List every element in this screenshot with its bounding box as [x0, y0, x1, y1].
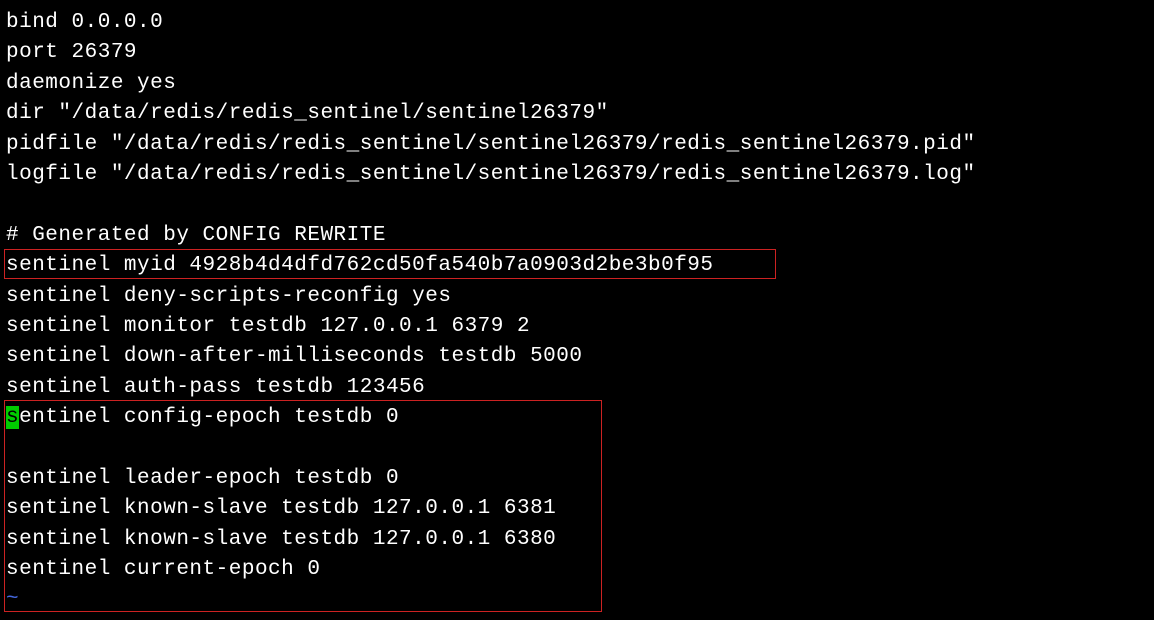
config-line-leader-epoch: sentinel leader-epoch testdb 0 — [6, 464, 1148, 494]
config-line-monitor: sentinel monitor testdb 127.0.0.1 6379 2 — [6, 312, 1148, 342]
config-line-down-after: sentinel down-after-milliseconds testdb … — [6, 342, 1148, 372]
config-line-comment: # Generated by CONFIG REWRITE — [6, 221, 1148, 251]
config-line-pidfile: pidfile "/data/redis/redis_sentinel/sent… — [6, 130, 1148, 160]
config-line-config-epoch: sentinel config-epoch testdb 0 — [6, 403, 1148, 433]
editor-cursor: s — [6, 406, 19, 429]
config-line-current-epoch: sentinel current-epoch 0 — [6, 555, 1148, 585]
config-line-deny-scripts: sentinel deny-scripts-reconfig yes — [6, 282, 1148, 312]
config-line-daemonize: daemonize yes — [6, 69, 1148, 99]
vim-empty-line-marker: ~ — [6, 585, 1148, 615]
config-line-known-slave-2: sentinel known-slave testdb 127.0.0.1 63… — [6, 525, 1148, 555]
blank-line — [6, 434, 1148, 464]
config-line-logfile: logfile "/data/redis/redis_sentinel/sent… — [6, 160, 1148, 190]
config-line-bind: bind 0.0.0.0 — [6, 8, 1148, 38]
config-line-auth-pass: sentinel auth-pass testdb 123456 — [6, 373, 1148, 403]
config-line-known-slave-1: sentinel known-slave testdb 127.0.0.1 63… — [6, 494, 1148, 524]
config-line-port: port 26379 — [6, 38, 1148, 68]
config-epoch-text: entinel config-epoch testdb 0 — [19, 406, 399, 429]
config-line-dir: dir "/data/redis/redis_sentinel/sentinel… — [6, 99, 1148, 129]
config-line-myid: sentinel myid 4928b4d4dfd762cd50fa540b7a… — [6, 251, 1148, 281]
blank-line — [6, 191, 1148, 221]
